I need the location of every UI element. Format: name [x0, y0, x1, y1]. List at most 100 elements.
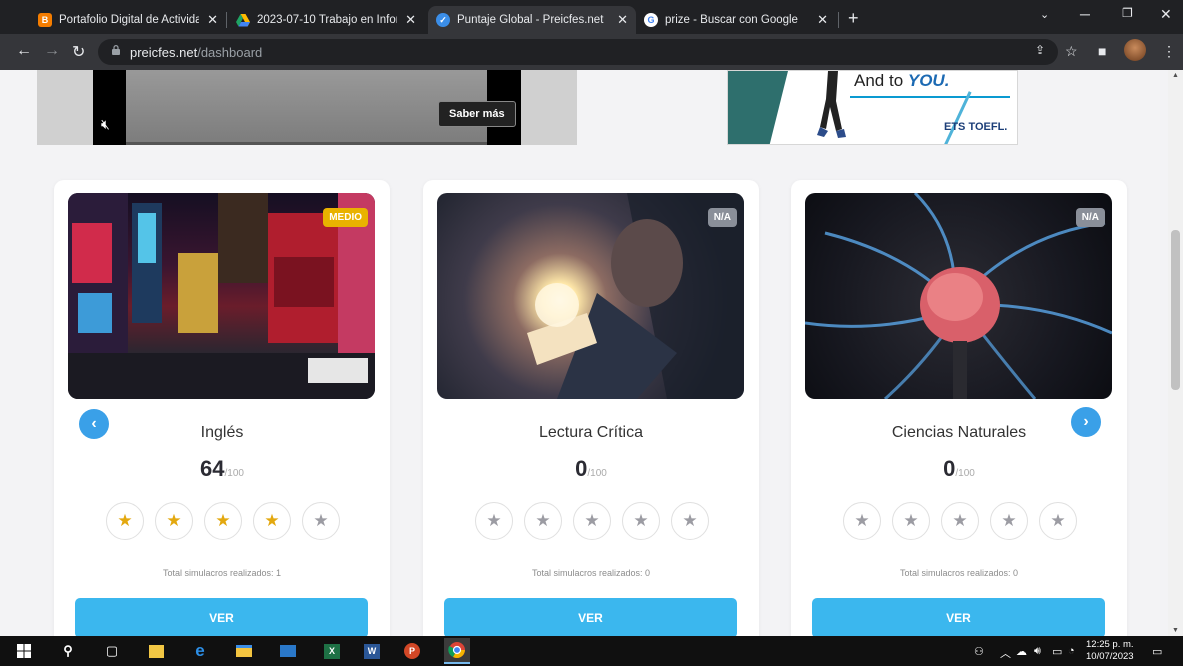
chrome-icon[interactable]	[444, 638, 470, 664]
score-max: /100	[955, 468, 975, 479]
level-badge: MEDIO	[323, 208, 368, 227]
page-scrollbar[interactable]: ▲ ▼	[1168, 70, 1183, 636]
profile-avatar[interactable]	[1124, 39, 1146, 61]
scrollbar-thumb[interactable]	[1171, 230, 1180, 390]
address-toolbar: ← → ↻ preicfes.net/dashboard ⇪ ☆ ■ ⋮	[0, 34, 1183, 70]
star-icon: ★	[573, 502, 611, 540]
star-rating: ★ ★ ★ ★ ★	[843, 502, 1077, 542]
score-value: 64	[200, 456, 225, 481]
wifi-icon[interactable]: ◔	[1068, 645, 1075, 657]
star-icon: ★	[892, 502, 930, 540]
saber-mas-button[interactable]: Saber más	[438, 101, 516, 127]
tab-trabajo[interactable]: 2023-07-10 Trabajo en Informáti ✕	[228, 6, 424, 34]
ver-button[interactable]: VER	[812, 598, 1105, 636]
menu-kebab-icon[interactable]: ⋮	[1162, 43, 1176, 60]
show-hidden-icons-chevron[interactable]: ︿	[1000, 645, 1011, 661]
close-icon[interactable]: ✕	[617, 12, 628, 28]
ad-panel-shape	[728, 71, 788, 144]
star-rating: ★ ★ ★ ★ ★	[106, 502, 340, 542]
score: 0/100	[423, 456, 759, 482]
tab-portafolio[interactable]: B Portafolio Digital de Actividades ✕	[30, 6, 226, 34]
close-icon[interactable]: ✕	[817, 12, 828, 28]
battery-icon[interactable]: ▭	[1052, 645, 1062, 658]
scroll-up-arrow-icon[interactable]: ▲	[1172, 72, 1179, 79]
url-domain: preicfes.net	[130, 45, 198, 60]
excel-icon[interactable]: X	[322, 641, 342, 661]
edge-icon[interactable]: e	[190, 641, 210, 661]
lock-icon	[112, 45, 120, 55]
ver-button[interactable]: VER	[75, 598, 368, 636]
ver-button[interactable]: VER	[444, 598, 737, 636]
star-icon: ★	[155, 502, 193, 540]
side-panel-icon[interactable]: ■	[1098, 43, 1106, 59]
subject-card-lectura-critica: N/A Lectura Crítica 0/100 ★ ★ ★ ★ ★ Tota…	[423, 180, 759, 636]
star-icon: ★	[1039, 502, 1077, 540]
carousel-prev-button[interactable]: ‹	[79, 409, 109, 439]
volume-icon[interactable]: 🔊︎	[1034, 645, 1041, 658]
windows-start-icon[interactable]	[14, 641, 34, 661]
restore-button[interactable]: ❐	[1122, 6, 1133, 20]
star-icon: ★	[475, 502, 513, 540]
page-viewport: 🔇︎ Saber más And to YOU. ETS TOEFL. MEDI…	[0, 70, 1183, 636]
ad-divider	[850, 96, 1010, 98]
score-value: 0	[575, 456, 588, 481]
store-icon[interactable]	[146, 641, 166, 661]
close-icon[interactable]: ✕	[405, 12, 416, 28]
mute-icon[interactable]: 🔇︎	[101, 116, 110, 133]
forward-arrow-icon[interactable]: →	[44, 42, 60, 60]
file-explorer-icon[interactable]	[234, 641, 254, 661]
url-path: /dashboard	[197, 45, 263, 60]
people-icon[interactable]: ⚇	[974, 645, 984, 658]
search-icon[interactable]: ⚲	[58, 641, 78, 661]
clock-date: 10/07/2023	[1086, 651, 1134, 662]
star-rating: ★ ★ ★ ★ ★	[475, 502, 709, 542]
onedrive-cloud-icon[interactable]: ☁	[1016, 645, 1027, 658]
minimize-button[interactable]: ─	[1080, 6, 1090, 22]
notifications-icon[interactable]: ▭	[1152, 645, 1162, 658]
url-text: preicfes.net/dashboard	[130, 45, 262, 60]
video-frame	[126, 70, 487, 142]
bookmark-star-icon[interactable]: ☆	[1065, 43, 1078, 60]
share-icon[interactable]: ⇪	[1035, 43, 1045, 57]
powerpoint-icon[interactable]: P	[402, 641, 422, 661]
video-ad[interactable]: 🔇︎ Saber más	[37, 70, 577, 145]
word-icon[interactable]: W	[362, 641, 382, 661]
window-close-button[interactable]: ✕	[1160, 6, 1172, 23]
back-arrow-icon[interactable]: ←	[16, 42, 32, 60]
tab-title: prize - Buscar con Google	[665, 14, 798, 26]
ad-person-figure	[817, 71, 846, 138]
star-icon: ★	[106, 502, 144, 540]
score-value: 0	[943, 456, 956, 481]
new-tab-button[interactable]: +	[848, 8, 859, 29]
scroll-down-arrow-icon[interactable]: ▼	[1172, 627, 1179, 634]
clock-time: 12:25 p. m.	[1086, 639, 1134, 650]
task-view-icon[interactable]: ▢	[102, 641, 122, 661]
chevron-left-icon: ‹	[91, 415, 97, 432]
total-simulacros: Total simulacros realizados: 0	[899, 568, 1019, 578]
star-icon: ★	[302, 502, 340, 540]
ad-tagline-prefix: And to	[854, 71, 908, 90]
reload-icon[interactable]: ↻	[72, 42, 85, 62]
check-shield-icon: ✓	[436, 13, 450, 27]
total-simulacros: Total simulacros realizados: 1	[162, 568, 282, 578]
address-bar[interactable]: preicfes.net/dashboard	[98, 39, 1058, 65]
star-icon: ★	[204, 502, 242, 540]
tab-prize-google[interactable]: G prize - Buscar con Google ✕	[636, 6, 836, 34]
mail-icon[interactable]	[278, 641, 298, 661]
system-clock[interactable]: 12:25 p. m. 10/07/2023	[1086, 639, 1134, 663]
browser-tab-bar: B Portafolio Digital de Actividades ✕ 20…	[0, 0, 1183, 34]
tab-title: Puntaje Global - Preicfes.net	[457, 14, 604, 26]
tab-separator	[838, 12, 839, 28]
close-icon[interactable]: ✕	[207, 12, 218, 28]
tab-puntaje-global[interactable]: ✓ Puntaje Global - Preicfes.net ✕	[428, 6, 636, 34]
tab-search-icon[interactable]: ⌄	[1040, 8, 1049, 21]
score-max: /100	[587, 468, 607, 479]
ad-tagline-emphasis: YOU.	[907, 71, 950, 90]
carousel-next-button[interactable]: ›	[1071, 407, 1101, 437]
toefl-ad[interactable]: And to YOU. ETS TOEFL.	[727, 70, 1018, 145]
google-icon: G	[644, 13, 658, 27]
score-max: /100	[224, 468, 244, 479]
level-badge: N/A	[1075, 208, 1105, 227]
tab-title: Portafolio Digital de Actividades	[59, 14, 200, 26]
tab-separator	[226, 12, 227, 28]
